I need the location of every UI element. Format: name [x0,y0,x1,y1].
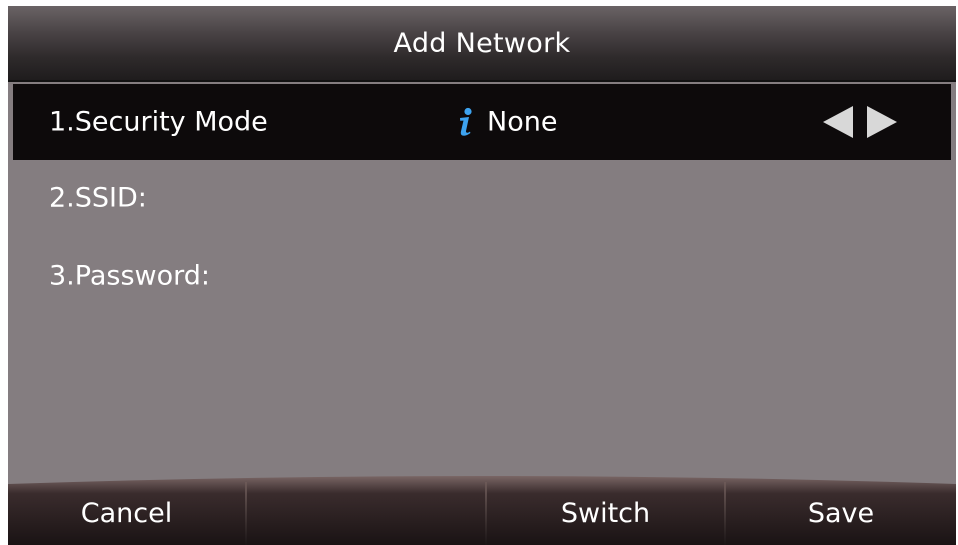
switch-softkey[interactable]: Switch [487,482,724,545]
arrow-left-icon[interactable] [819,104,857,140]
page-title: Add Network [393,27,571,59]
info-icon [460,107,472,136]
password-label: 3.Password: [49,260,210,292]
ssid-label: 2.SSID: [49,182,147,214]
password-row[interactable]: 3.Password: [13,238,951,314]
security-mode-row[interactable]: 1.Security Mode None [13,84,951,160]
security-mode-label: 1.Security Mode [49,106,268,138]
security-mode-value: None [487,106,558,138]
empty-softkey[interactable] [247,482,484,545]
title-bar: Add Network [8,6,956,82]
arrow-right-icon[interactable] [863,104,901,140]
ssid-row[interactable]: 2.SSID: [13,160,951,236]
cancel-softkey[interactable]: Cancel [8,482,245,545]
save-softkey[interactable]: Save [726,482,956,545]
value-selector [819,104,901,140]
softkey-bar: Cancel Switch Save [8,474,956,545]
phone-screen: Add Network 1.Security Mode None 2.SSID:… [8,6,956,545]
